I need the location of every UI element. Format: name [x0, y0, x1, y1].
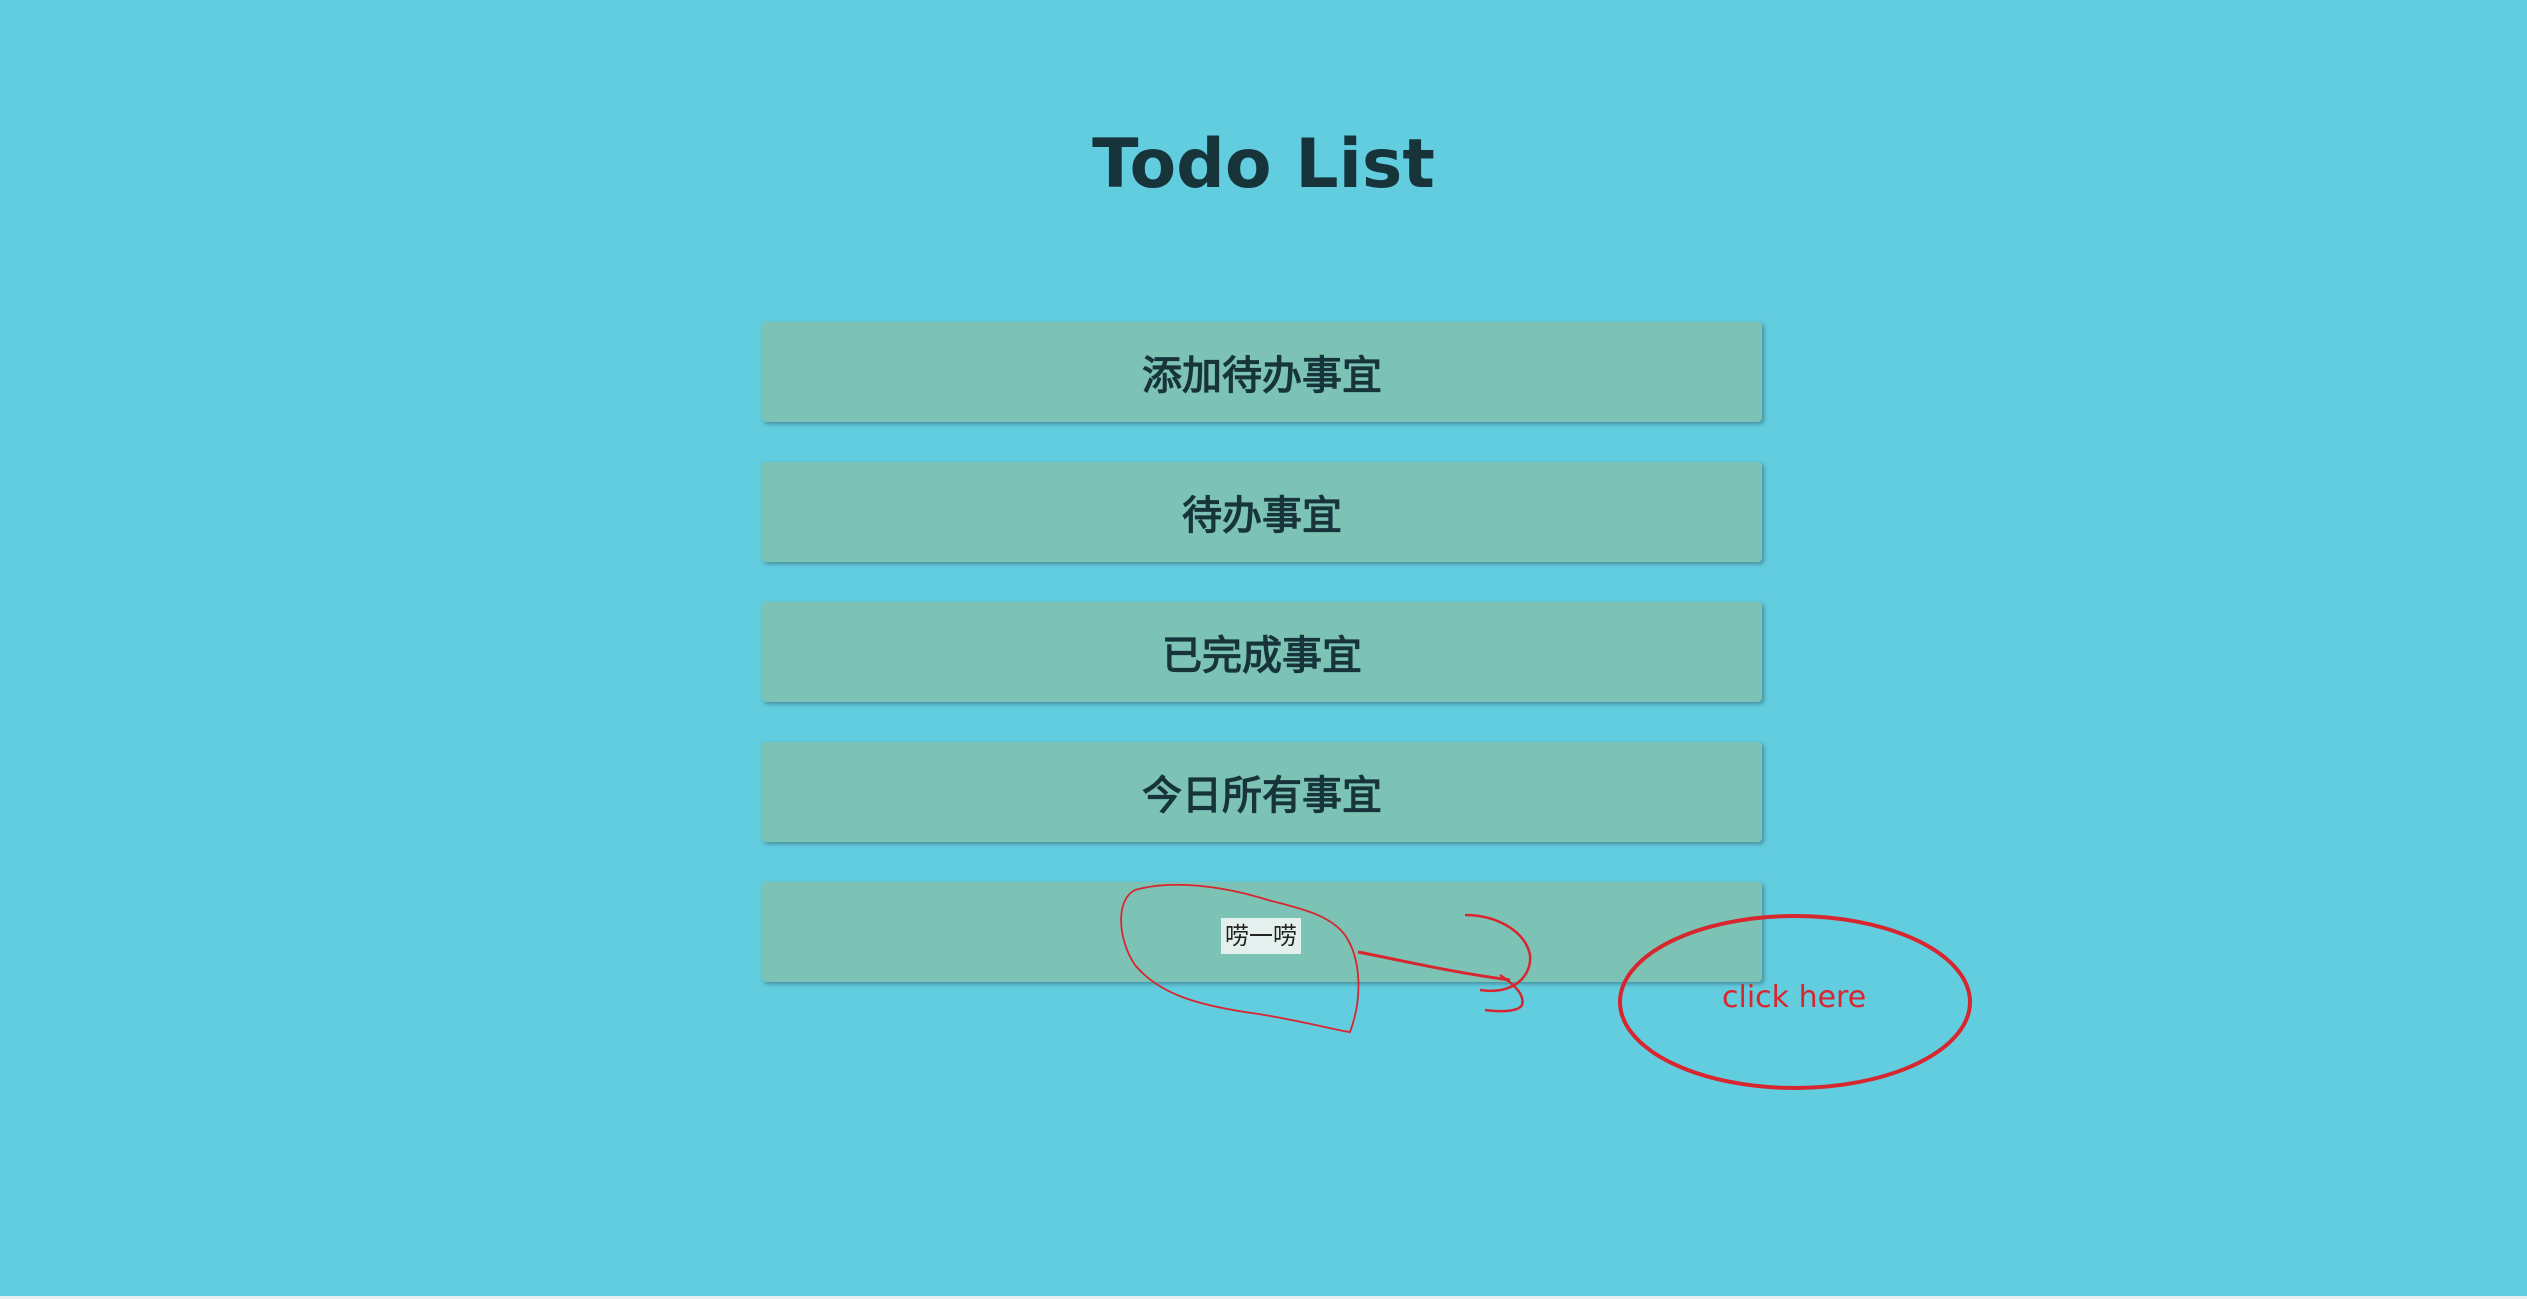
todo-page: Todo List 添加待办事宜 待办事宜 已完成事宜 今日所有事宜 唠一唠 c… [0, 0, 2527, 1299]
click-here-annotation: click here [1722, 980, 1867, 1015]
add-todo-button[interactable]: 添加待办事宜 [762, 322, 1762, 422]
page-title: Todo List [1092, 125, 1435, 204]
completed-todos-button[interactable]: 已完成事宜 [762, 602, 1762, 702]
pending-todos-button[interactable]: 待办事宜 [762, 462, 1762, 562]
today-todos-button[interactable]: 今日所有事宜 [762, 742, 1762, 842]
chat-button-label[interactable]: 唠一唠 [1221, 918, 1301, 954]
